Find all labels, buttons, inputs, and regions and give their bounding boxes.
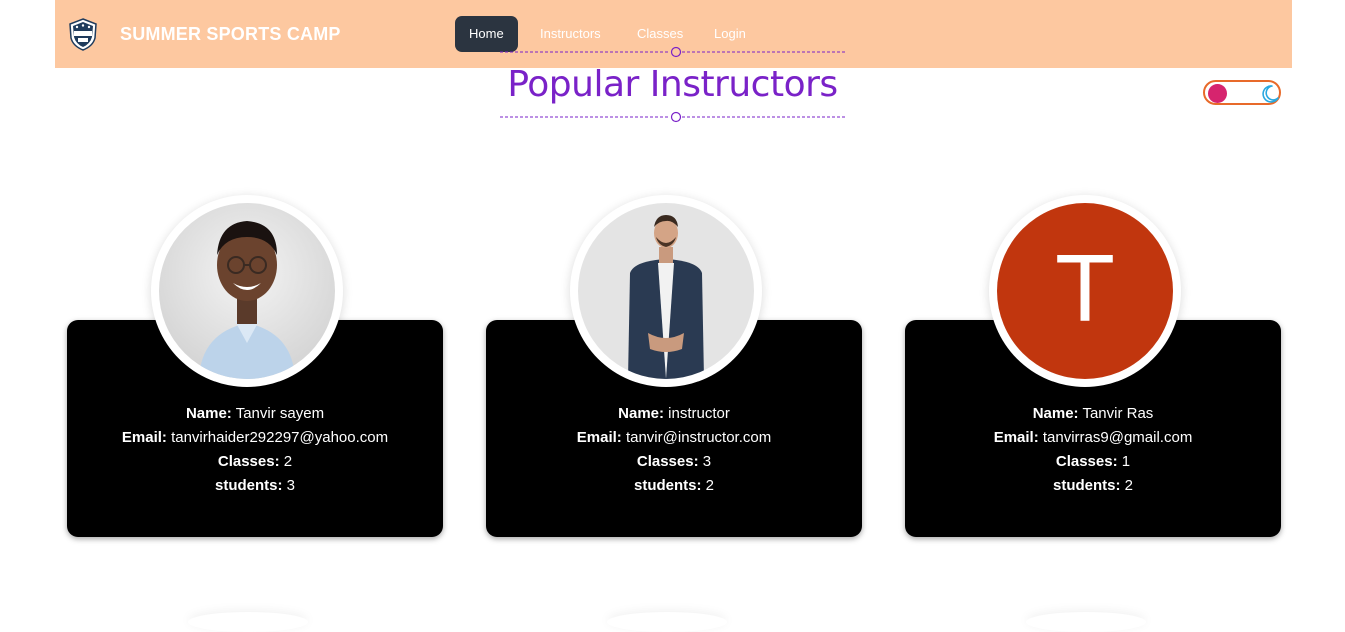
moon-icon [1262, 85, 1279, 103]
shield-logo-icon[interactable] [66, 17, 100, 51]
instructor-info: Name: Tanvir sayem Email: tanvirhaider29… [67, 402, 443, 498]
title-divider-top [500, 46, 847, 58]
next-row-avatar-shadow [607, 612, 727, 632]
instructor-students: 3 [286, 477, 295, 494]
instructor-classes: 3 [702, 453, 712, 470]
avatar: T [989, 195, 1181, 387]
name-label: Name: [1032, 405, 1079, 422]
instructor-email: tanvirras9@gmail.com [1042, 429, 1193, 446]
instructor-email: tanvir@instructor.com [625, 429, 772, 446]
students-label: students: [1052, 477, 1121, 494]
students-label: students: [633, 477, 702, 494]
instructor-email: tanvirhaider292297@yahoo.com [171, 429, 389, 446]
avatar [570, 195, 762, 387]
next-row-avatar-shadow [1026, 612, 1146, 632]
title-divider-bottom [500, 111, 847, 123]
instructor-info: Name: Tanvir Ras Email: tanvirras9@gmail… [905, 402, 1281, 498]
instructor-classes: 2 [283, 453, 293, 470]
next-row-avatar-shadow [188, 612, 308, 632]
classes-label: Classes: [217, 453, 280, 470]
instructor-name: Tanvir sayem [235, 405, 325, 422]
email-label: Email: [576, 429, 622, 446]
instructor-name: instructor [668, 405, 730, 422]
instructor-name: Tanvir Ras [1082, 405, 1154, 422]
instructor-info: Name: instructor Email: tanvir@instructo… [486, 402, 862, 498]
instructor-students: 2 [1124, 477, 1133, 494]
letter-avatar: T [997, 203, 1173, 379]
students-label: students: [214, 477, 283, 494]
toggle-knob [1208, 84, 1227, 103]
brand-title[interactable]: SUMMER SPORTS CAMP [120, 24, 341, 45]
classes-label: Classes: [636, 453, 699, 470]
page-title: Popular Instructors [507, 64, 838, 105]
name-label: Name: [618, 405, 664, 422]
avatar [151, 195, 343, 387]
name-label: Name: [185, 405, 232, 422]
classes-label: Classes: [1055, 453, 1118, 470]
instructor-photo [578, 203, 754, 379]
instructor-photo [159, 203, 335, 379]
instructor-classes: 1 [1121, 453, 1131, 470]
instructor-students: 2 [705, 477, 714, 494]
email-label: Email: [121, 429, 167, 446]
email-label: Email: [993, 429, 1039, 446]
avatar-letter: T [1057, 238, 1113, 343]
theme-toggle[interactable] [1203, 80, 1281, 105]
